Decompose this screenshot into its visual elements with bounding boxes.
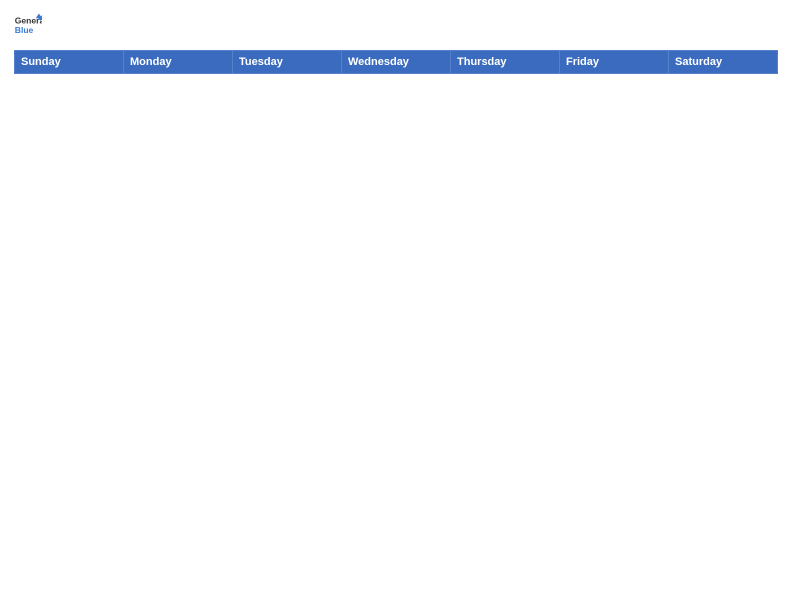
col-header-friday: Friday: [560, 51, 669, 74]
col-header-saturday: Saturday: [669, 51, 778, 74]
page: General Blue SundayMondayTuesdayWednesda…: [0, 0, 792, 612]
logo: General Blue: [14, 12, 42, 40]
svg-text:Blue: Blue: [15, 25, 34, 35]
col-header-sunday: Sunday: [15, 51, 124, 74]
logo-icon: General Blue: [14, 12, 42, 40]
col-header-thursday: Thursday: [451, 51, 560, 74]
calendar-header-row: SundayMondayTuesdayWednesdayThursdayFrid…: [15, 51, 778, 74]
header: General Blue: [14, 12, 778, 40]
col-header-tuesday: Tuesday: [233, 51, 342, 74]
calendar-table: SundayMondayTuesdayWednesdayThursdayFrid…: [14, 50, 778, 74]
col-header-wednesday: Wednesday: [342, 51, 451, 74]
col-header-monday: Monday: [124, 51, 233, 74]
